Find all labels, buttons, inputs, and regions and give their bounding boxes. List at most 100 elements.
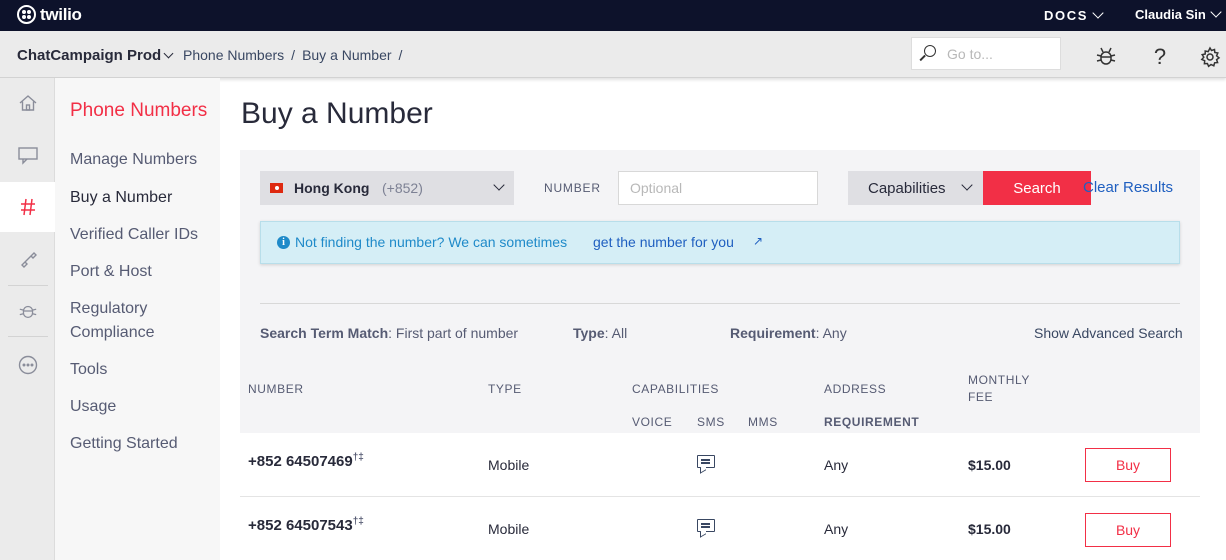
search-icon bbox=[924, 45, 936, 57]
search-term-match: Search Term Match: First part of number bbox=[260, 325, 518, 341]
bug-icon[interactable] bbox=[0, 286, 55, 336]
goto-placeholder: Go to... bbox=[947, 46, 993, 62]
criteria-label: Type bbox=[573, 325, 605, 341]
number-type: Mobile bbox=[488, 521, 530, 537]
show-advanced-search-link[interactable]: Show Advanced Search bbox=[1034, 325, 1183, 341]
project-selector[interactable]: ChatCampaign Prod bbox=[17, 47, 174, 64]
criteria-value: : All bbox=[604, 325, 628, 341]
goto-search[interactable]: Go to... bbox=[911, 37, 1061, 70]
info-notice: i Not finding the number? We can sometim… bbox=[260, 221, 1180, 264]
nav-item-label: Compliance bbox=[70, 324, 155, 341]
address-requirement: Any bbox=[824, 457, 849, 473]
breadcrumb-separator: / bbox=[398, 47, 403, 63]
header-voice: VOICE bbox=[632, 415, 673, 429]
project-name: ChatCampaign Prod bbox=[17, 47, 162, 64]
header-type: TYPE bbox=[488, 382, 522, 396]
breadcrumb: Phone Numbers / Buy a Number / bbox=[183, 47, 409, 63]
debugger-icon[interactable] bbox=[1094, 45, 1118, 69]
twilio-logo[interactable]: twilio bbox=[17, 5, 82, 24]
capabilities-label: Capabilities bbox=[868, 180, 946, 197]
type-filter: Type: All bbox=[573, 325, 627, 341]
number-label: NUMBER bbox=[544, 181, 601, 195]
chevron-down-icon bbox=[961, 179, 973, 191]
address-requirement: Any bbox=[824, 521, 849, 537]
external-link-icon: ↗ bbox=[753, 234, 764, 248]
phone-icon[interactable] bbox=[0, 234, 55, 284]
capabilities-dropdown[interactable]: Capabilities bbox=[848, 171, 983, 205]
help-icon[interactable]: ? bbox=[1148, 44, 1172, 69]
info-icon: i bbox=[277, 236, 290, 249]
nav-item-usage[interactable]: Usage bbox=[70, 395, 116, 419]
chevron-down-icon bbox=[1092, 7, 1104, 19]
sub-header: ChatCampaign Prod Phone Numbers / Buy a Nu… bbox=[0, 31, 1226, 78]
more-icon[interactable] bbox=[0, 340, 55, 390]
hong-kong-flag-icon bbox=[270, 183, 283, 193]
header-number: NUMBER bbox=[248, 382, 304, 396]
header-sms: SMS bbox=[697, 415, 725, 429]
buy-button[interactable]: Buy bbox=[1085, 448, 1171, 482]
search-button[interactable]: Search bbox=[983, 171, 1091, 205]
table-row: +852 64507543†‡ Mobile Any $15.00 Buy bbox=[240, 497, 1200, 560]
table-row: +852 64507469†‡ Mobile Any $15.00 Buy bbox=[240, 433, 1200, 497]
header-mms: MMS bbox=[748, 415, 778, 429]
header-requirement: REQUIREMENT bbox=[824, 415, 920, 429]
home-icon[interactable] bbox=[0, 78, 55, 128]
hash-icon[interactable] bbox=[0, 182, 56, 232]
header-address: ADDRESS bbox=[824, 382, 887, 396]
left-rail bbox=[0, 78, 56, 560]
header-capabilities: CAPABILITIES bbox=[632, 382, 720, 396]
nav-item-verified-caller-ids[interactable]: Verified Caller IDs bbox=[70, 223, 198, 247]
sms-capability-icon bbox=[697, 455, 715, 468]
phone-number-text: +852 64507469 bbox=[248, 453, 353, 470]
breadcrumb-separator: / bbox=[291, 47, 296, 63]
user-menu[interactable]: Claudia Sin bbox=[1135, 6, 1222, 22]
nav-item-tools[interactable]: Tools bbox=[70, 358, 107, 382]
docs-label: DOCS bbox=[1044, 8, 1088, 23]
twilio-logo-icon bbox=[17, 5, 36, 24]
nav-title[interactable]: Phone Numbers bbox=[70, 100, 207, 122]
criteria-label: Requirement bbox=[730, 325, 816, 341]
breadcrumb-buy-a-number[interactable]: Buy a Number bbox=[302, 47, 391, 63]
breadcrumb-phone-numbers[interactable]: Phone Numbers bbox=[183, 47, 284, 63]
docs-menu[interactable]: DOCS bbox=[1044, 7, 1104, 23]
nav-item-getting-started[interactable]: Getting Started bbox=[70, 432, 178, 456]
phone-number: +852 64507543†‡ bbox=[248, 516, 364, 534]
header-monthly: MONTHLY bbox=[968, 373, 1030, 387]
chat-icon[interactable] bbox=[0, 130, 55, 180]
nav-item-regulatory-compliance[interactable]: Regulatory Compliance bbox=[70, 297, 154, 345]
divider bbox=[260, 303, 1180, 304]
top-bar: twilio DOCS Claudia Sin bbox=[0, 0, 1226, 31]
rail-divider bbox=[8, 336, 48, 337]
criteria-value: : First part of number bbox=[388, 325, 519, 341]
user-name: Claudia Sin bbox=[1135, 7, 1206, 22]
country-code: (+852) bbox=[382, 180, 423, 196]
monthly-fee: $15.00 bbox=[968, 521, 1011, 537]
country-name: Hong Kong bbox=[294, 180, 370, 196]
footnote-marks: †‡ bbox=[352, 452, 364, 463]
criteria-label: Search Term Match bbox=[260, 325, 389, 341]
buy-button[interactable]: Buy bbox=[1085, 513, 1171, 547]
number-input[interactable] bbox=[618, 171, 818, 205]
notice-text: Not finding the number? We can sometimes bbox=[295, 234, 568, 250]
nav-item-manage-numbers[interactable]: Manage Numbers bbox=[70, 148, 197, 172]
monthly-fee: $15.00 bbox=[968, 457, 1011, 473]
secondary-nav: Phone Numbers Manage Numbers Buy a Numbe… bbox=[55, 78, 220, 560]
nav-item-label: Regulatory bbox=[70, 300, 148, 317]
country-select[interactable]: Hong Kong (+852) bbox=[260, 171, 514, 205]
phone-number: +852 64507469†‡ bbox=[248, 452, 364, 470]
chevron-down-icon bbox=[493, 179, 505, 191]
settings-icon[interactable] bbox=[1198, 45, 1222, 69]
nav-item-port-host[interactable]: Port & Host bbox=[70, 260, 152, 284]
footnote-marks: †‡ bbox=[352, 516, 364, 527]
page-title: Buy a Number bbox=[241, 97, 433, 130]
number-type: Mobile bbox=[488, 457, 530, 473]
brand-name: twilio bbox=[40, 5, 82, 24]
chevron-down-icon bbox=[163, 48, 174, 59]
clear-results-link[interactable]: Clear Results bbox=[1083, 179, 1173, 196]
requirement-filter: Requirement: Any bbox=[730, 325, 847, 341]
notice-link[interactable]: get the number for you bbox=[593, 234, 734, 250]
chevron-down-icon bbox=[1210, 6, 1222, 18]
nav-item-buy-a-number[interactable]: Buy a Number bbox=[70, 186, 172, 210]
criteria-value: : Any bbox=[815, 325, 847, 341]
phone-number-text: +852 64507543 bbox=[248, 517, 353, 534]
